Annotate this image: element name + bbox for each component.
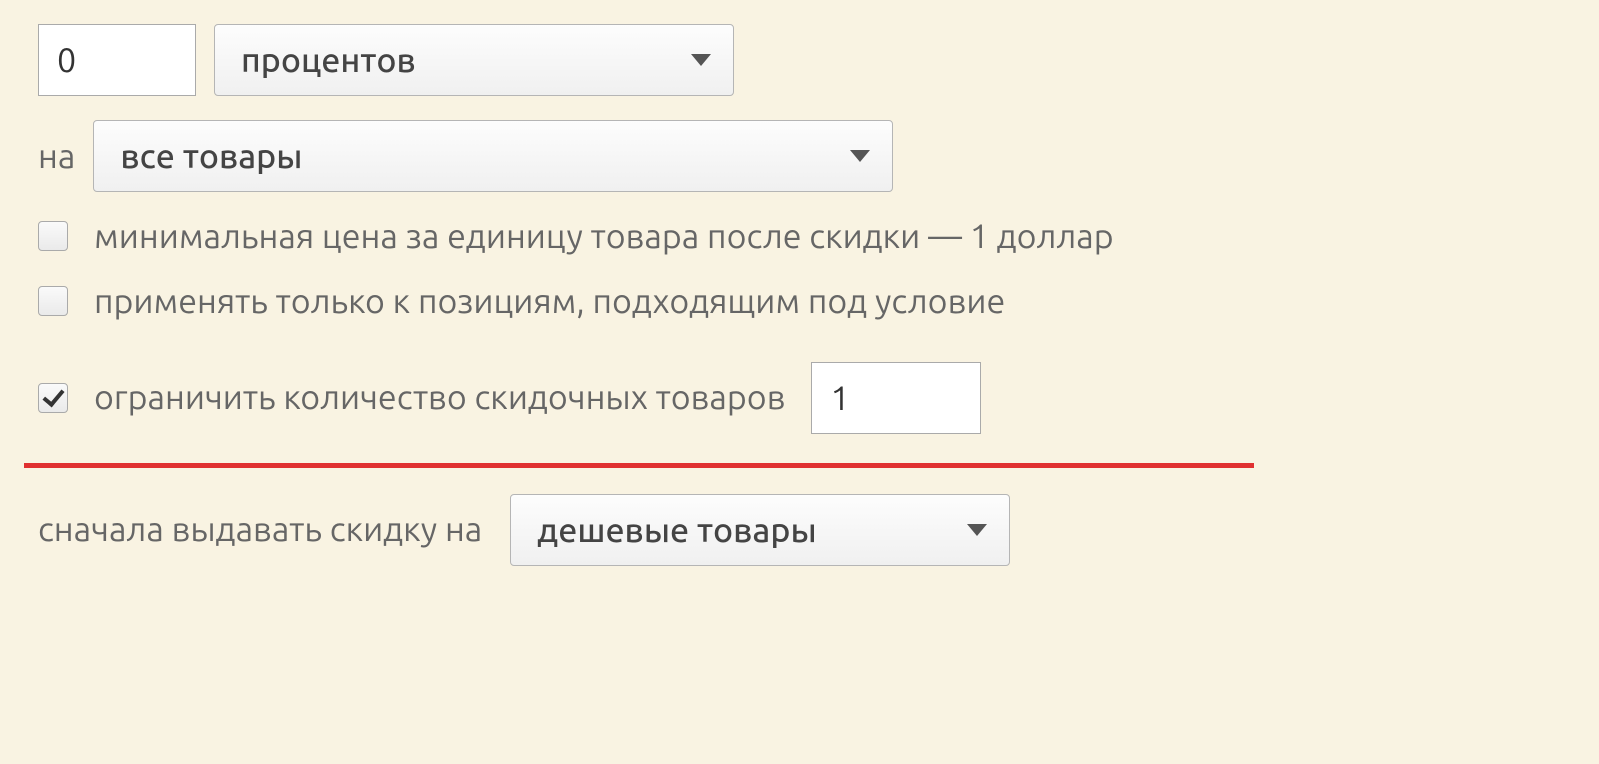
caret-down-icon: [967, 524, 987, 536]
discount-priority-selected: дешевые товары: [537, 511, 816, 549]
min-price-checkbox[interactable]: [38, 221, 68, 251]
limit-count-option-row: ограничить количество скидочных товаров: [38, 362, 1561, 450]
discount-scope-selected: все товары: [120, 137, 302, 175]
discount-unit-dropdown[interactable]: процентов: [214, 24, 734, 96]
apply-matching-option-row: применять только к позициям, подходящим …: [38, 281, 1561, 322]
caret-down-icon: [850, 150, 870, 162]
apply-matching-checkbox[interactable]: [38, 286, 68, 316]
min-price-label: минимальная цена за единицу товара после…: [94, 216, 1114, 257]
priority-prefix-label: сначала выдавать скидку на: [38, 509, 482, 550]
caret-down-icon: [691, 54, 711, 66]
annotation-underline: [24, 463, 1254, 468]
min-price-option-row: минимальная цена за единицу товара после…: [38, 216, 1561, 257]
limit-count-input[interactable]: [811, 362, 981, 434]
discount-scope-row: на все товары: [38, 120, 1561, 192]
discount-amount-input[interactable]: [38, 24, 196, 96]
discount-scope-dropdown[interactable]: все товары: [93, 120, 893, 192]
limit-count-label: ограничить количество скидочных товаров: [94, 377, 785, 418]
limit-count-checkbox[interactable]: [38, 383, 68, 413]
limit-option-wrapper: ограничить количество скидочных товаров: [38, 362, 1561, 450]
discount-priority-row: сначала выдавать скидку на дешевые товар…: [38, 494, 1561, 566]
discount-amount-row: процентов: [38, 24, 1561, 96]
apply-matching-label: применять только к позициям, подходящим …: [94, 281, 1005, 322]
scope-prefix-label: на: [38, 136, 75, 177]
discount-priority-dropdown[interactable]: дешевые товары: [510, 494, 1010, 566]
discount-unit-selected: процентов: [241, 41, 416, 79]
